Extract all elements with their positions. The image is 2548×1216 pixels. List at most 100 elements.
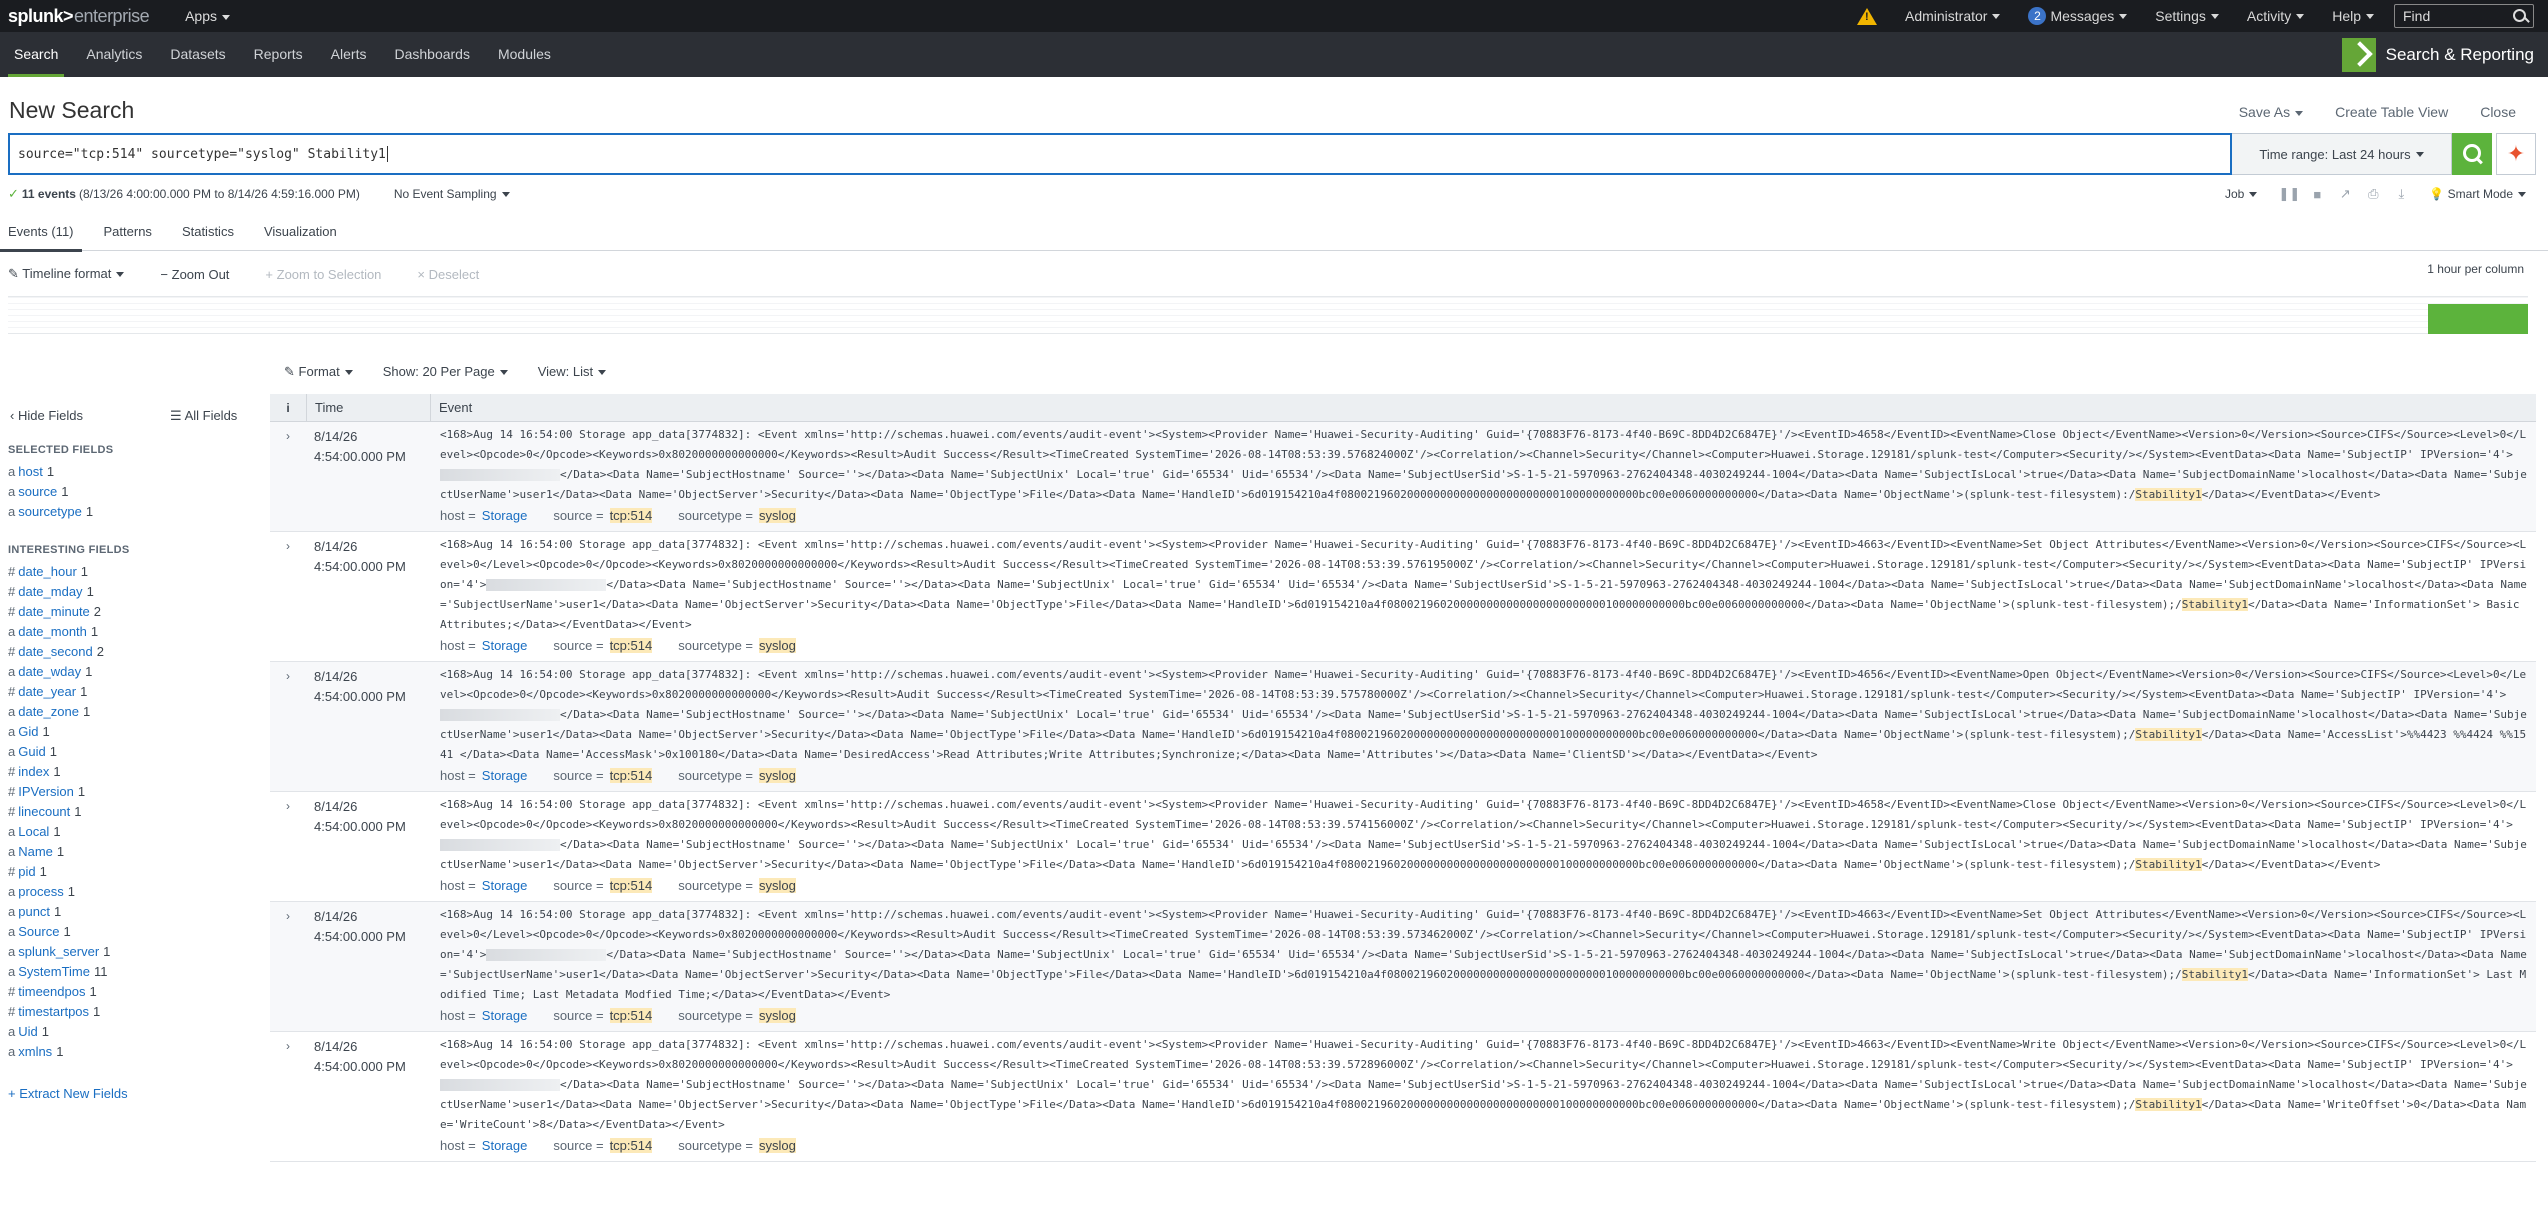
- field-item-timestartpos[interactable]: # timestartpos 1: [8, 1004, 100, 1019]
- sourcetype-value[interactable]: syslog: [759, 878, 796, 893]
- host-value[interactable]: Storage: [482, 1138, 528, 1153]
- zoom-to-selection-button[interactable]: + Zoom to Selection: [265, 267, 381, 282]
- deselect-button[interactable]: × Deselect: [417, 267, 479, 282]
- view-menu[interactable]: View: List: [538, 364, 607, 380]
- field-item-sourcetype[interactable]: a sourcetype 1: [8, 504, 93, 519]
- event-raw-text[interactable]: <168>Aug 14 16:54:00 Storage app_data[37…: [440, 425, 2530, 505]
- save-as-button[interactable]: Save As: [2239, 104, 2304, 120]
- export-icon[interactable]: ⤓: [2387, 186, 2415, 202]
- event-sampling-menu[interactable]: No Event Sampling: [394, 187, 510, 201]
- tab-dashboards[interactable]: Dashboards: [380, 32, 484, 77]
- help-menu[interactable]: Help: [2332, 8, 2374, 24]
- time-column-header[interactable]: Time: [306, 394, 430, 422]
- expand-row-icon[interactable]: ›: [270, 535, 306, 661]
- field-item-date_hour[interactable]: # date_hour 1: [8, 564, 88, 579]
- field-item-ipversion[interactable]: # IPVersion 1: [8, 784, 85, 799]
- event-time[interactable]: 8/14/26 4:54:00.000 PM: [306, 1035, 430, 1161]
- host-value[interactable]: Storage: [482, 768, 528, 783]
- expand-row-icon[interactable]: ›: [270, 905, 306, 1031]
- search-term-highlight[interactable]: Stability1: [2135, 1098, 2202, 1111]
- tab-statistics[interactable]: Statistics: [174, 221, 242, 251]
- source-value[interactable]: tcp:514: [609, 508, 653, 523]
- field-item-index[interactable]: # index 1: [8, 764, 61, 779]
- field-item-date_zone[interactable]: a date_zone 1: [8, 704, 90, 719]
- apps-menu[interactable]: Apps: [185, 8, 230, 24]
- pause-icon[interactable]: ❚❚: [2275, 186, 2303, 202]
- tab-visualization[interactable]: Visualization: [256, 221, 345, 251]
- expand-row-icon[interactable]: ›: [270, 425, 306, 531]
- job-menu[interactable]: Job: [2225, 187, 2258, 201]
- search-input[interactable]: source="tcp:514" sourcetype="syslog" Sta…: [8, 133, 2232, 175]
- event-time[interactable]: 8/14/26 4:54:00.000 PM: [306, 795, 430, 901]
- sourcetype-value[interactable]: syslog: [759, 1008, 796, 1023]
- event-time[interactable]: 8/14/26 4:54:00.000 PM: [306, 905, 430, 1031]
- field-item-date_minute[interactable]: # date_minute 2: [8, 604, 101, 619]
- event-time[interactable]: 8/14/26 4:54:00.000 PM: [306, 425, 430, 531]
- timeline-format-menu[interactable]: ✎ Timeline format: [8, 266, 125, 282]
- field-item-source[interactable]: a Source 1: [8, 924, 71, 939]
- messages-menu[interactable]: 2 Messages: [2028, 7, 2128, 25]
- field-item-name[interactable]: a Name 1: [8, 844, 64, 859]
- expand-row-icon[interactable]: ›: [270, 1035, 306, 1161]
- expand-row-icon[interactable]: ›: [270, 795, 306, 901]
- extract-new-fields-link[interactable]: + Extract New Fields: [8, 1086, 128, 1101]
- field-item-timeendpos[interactable]: # timeendpos 1: [8, 984, 97, 999]
- field-item-xmlns[interactable]: a xmlns 1: [8, 1044, 63, 1059]
- field-item-date_second[interactable]: # date_second 2: [8, 644, 104, 659]
- tab-modules[interactable]: Modules: [484, 32, 565, 77]
- field-item-date_wday[interactable]: a date_wday 1: [8, 664, 92, 679]
- print-icon[interactable]: ⎙: [2359, 186, 2387, 202]
- field-item-process[interactable]: a process 1: [8, 884, 75, 899]
- tab-alerts[interactable]: Alerts: [317, 32, 381, 77]
- field-item-punct[interactable]: a punct 1: [8, 904, 61, 919]
- close-button[interactable]: Close: [2480, 104, 2516, 120]
- field-item-gid[interactable]: a Gid 1: [8, 724, 50, 739]
- app-title[interactable]: Search & Reporting: [2341, 37, 2534, 73]
- field-item-pid[interactable]: # pid 1: [8, 864, 47, 879]
- share-icon[interactable]: ↗: [2331, 186, 2359, 202]
- search-term-highlight[interactable]: Stability1: [2181, 598, 2248, 611]
- sourcetype-value[interactable]: syslog: [759, 508, 796, 523]
- search-term-highlight[interactable]: Stability1: [2135, 488, 2202, 501]
- time-range-picker[interactable]: Time range: Last 24 hours: [2232, 133, 2452, 175]
- stop-icon[interactable]: ■: [2303, 187, 2331, 202]
- timeline-chart[interactable]: [8, 296, 2528, 334]
- event-raw-text[interactable]: <168>Aug 14 16:54:00 Storage app_data[37…: [440, 535, 2530, 635]
- event-time[interactable]: 8/14/26 4:54:00.000 PM: [306, 535, 430, 661]
- administrator-menu[interactable]: Administrator: [1905, 8, 2001, 24]
- tab-patterns[interactable]: Patterns: [96, 221, 160, 251]
- field-item-linecount[interactable]: # linecount 1: [8, 804, 82, 819]
- host-value[interactable]: Storage: [482, 878, 528, 893]
- search-button[interactable]: [2452, 133, 2492, 175]
- find-input[interactable]: [2395, 8, 2507, 24]
- field-item-date_mday[interactable]: # date_mday 1: [8, 584, 94, 599]
- warning-button[interactable]: [1856, 7, 1877, 25]
- hide-fields-button[interactable]: ‹ Hide Fields: [10, 408, 83, 423]
- format-menu[interactable]: ✎ Format: [284, 364, 353, 380]
- search-mode-menu[interactable]: 💡 Smart Mode: [2429, 187, 2526, 201]
- source-value[interactable]: tcp:514: [609, 638, 653, 653]
- event-raw-text[interactable]: <168>Aug 14 16:54:00 Storage app_data[37…: [440, 665, 2530, 765]
- field-item-date_month[interactable]: a date_month 1: [8, 624, 98, 639]
- all-fields-button[interactable]: ☰ All Fields: [170, 408, 237, 424]
- search-term-highlight[interactable]: Stability1: [2135, 728, 2202, 741]
- field-item-host[interactable]: a host 1: [8, 464, 54, 479]
- tab-events[interactable]: Events (11): [0, 221, 82, 252]
- host-value[interactable]: Storage: [482, 508, 528, 523]
- event-raw-text[interactable]: <168>Aug 14 16:54:00 Storage app_data[37…: [440, 905, 2530, 1005]
- field-item-splunk_server[interactable]: a splunk_server 1: [8, 944, 110, 959]
- timeline-column-bar[interactable]: [2428, 304, 2528, 334]
- activity-menu[interactable]: Activity: [2247, 8, 2305, 24]
- tab-analytics[interactable]: Analytics: [72, 32, 156, 77]
- sourcetype-value[interactable]: syslog: [759, 1138, 796, 1153]
- expand-row-icon[interactable]: ›: [270, 665, 306, 791]
- field-item-systemtime[interactable]: a SystemTime 11: [8, 964, 107, 979]
- source-value[interactable]: tcp:514: [609, 878, 653, 893]
- sourcetype-value[interactable]: syslog: [759, 768, 796, 783]
- sourcetype-value[interactable]: syslog: [759, 638, 796, 653]
- settings-menu[interactable]: Settings: [2155, 8, 2219, 24]
- tab-reports[interactable]: Reports: [240, 32, 317, 77]
- search-assistant-button[interactable]: ✦: [2496, 133, 2536, 175]
- field-item-uid[interactable]: a Uid 1: [8, 1024, 49, 1039]
- per-page-menu[interactable]: Show: 20 Per Page: [383, 364, 508, 380]
